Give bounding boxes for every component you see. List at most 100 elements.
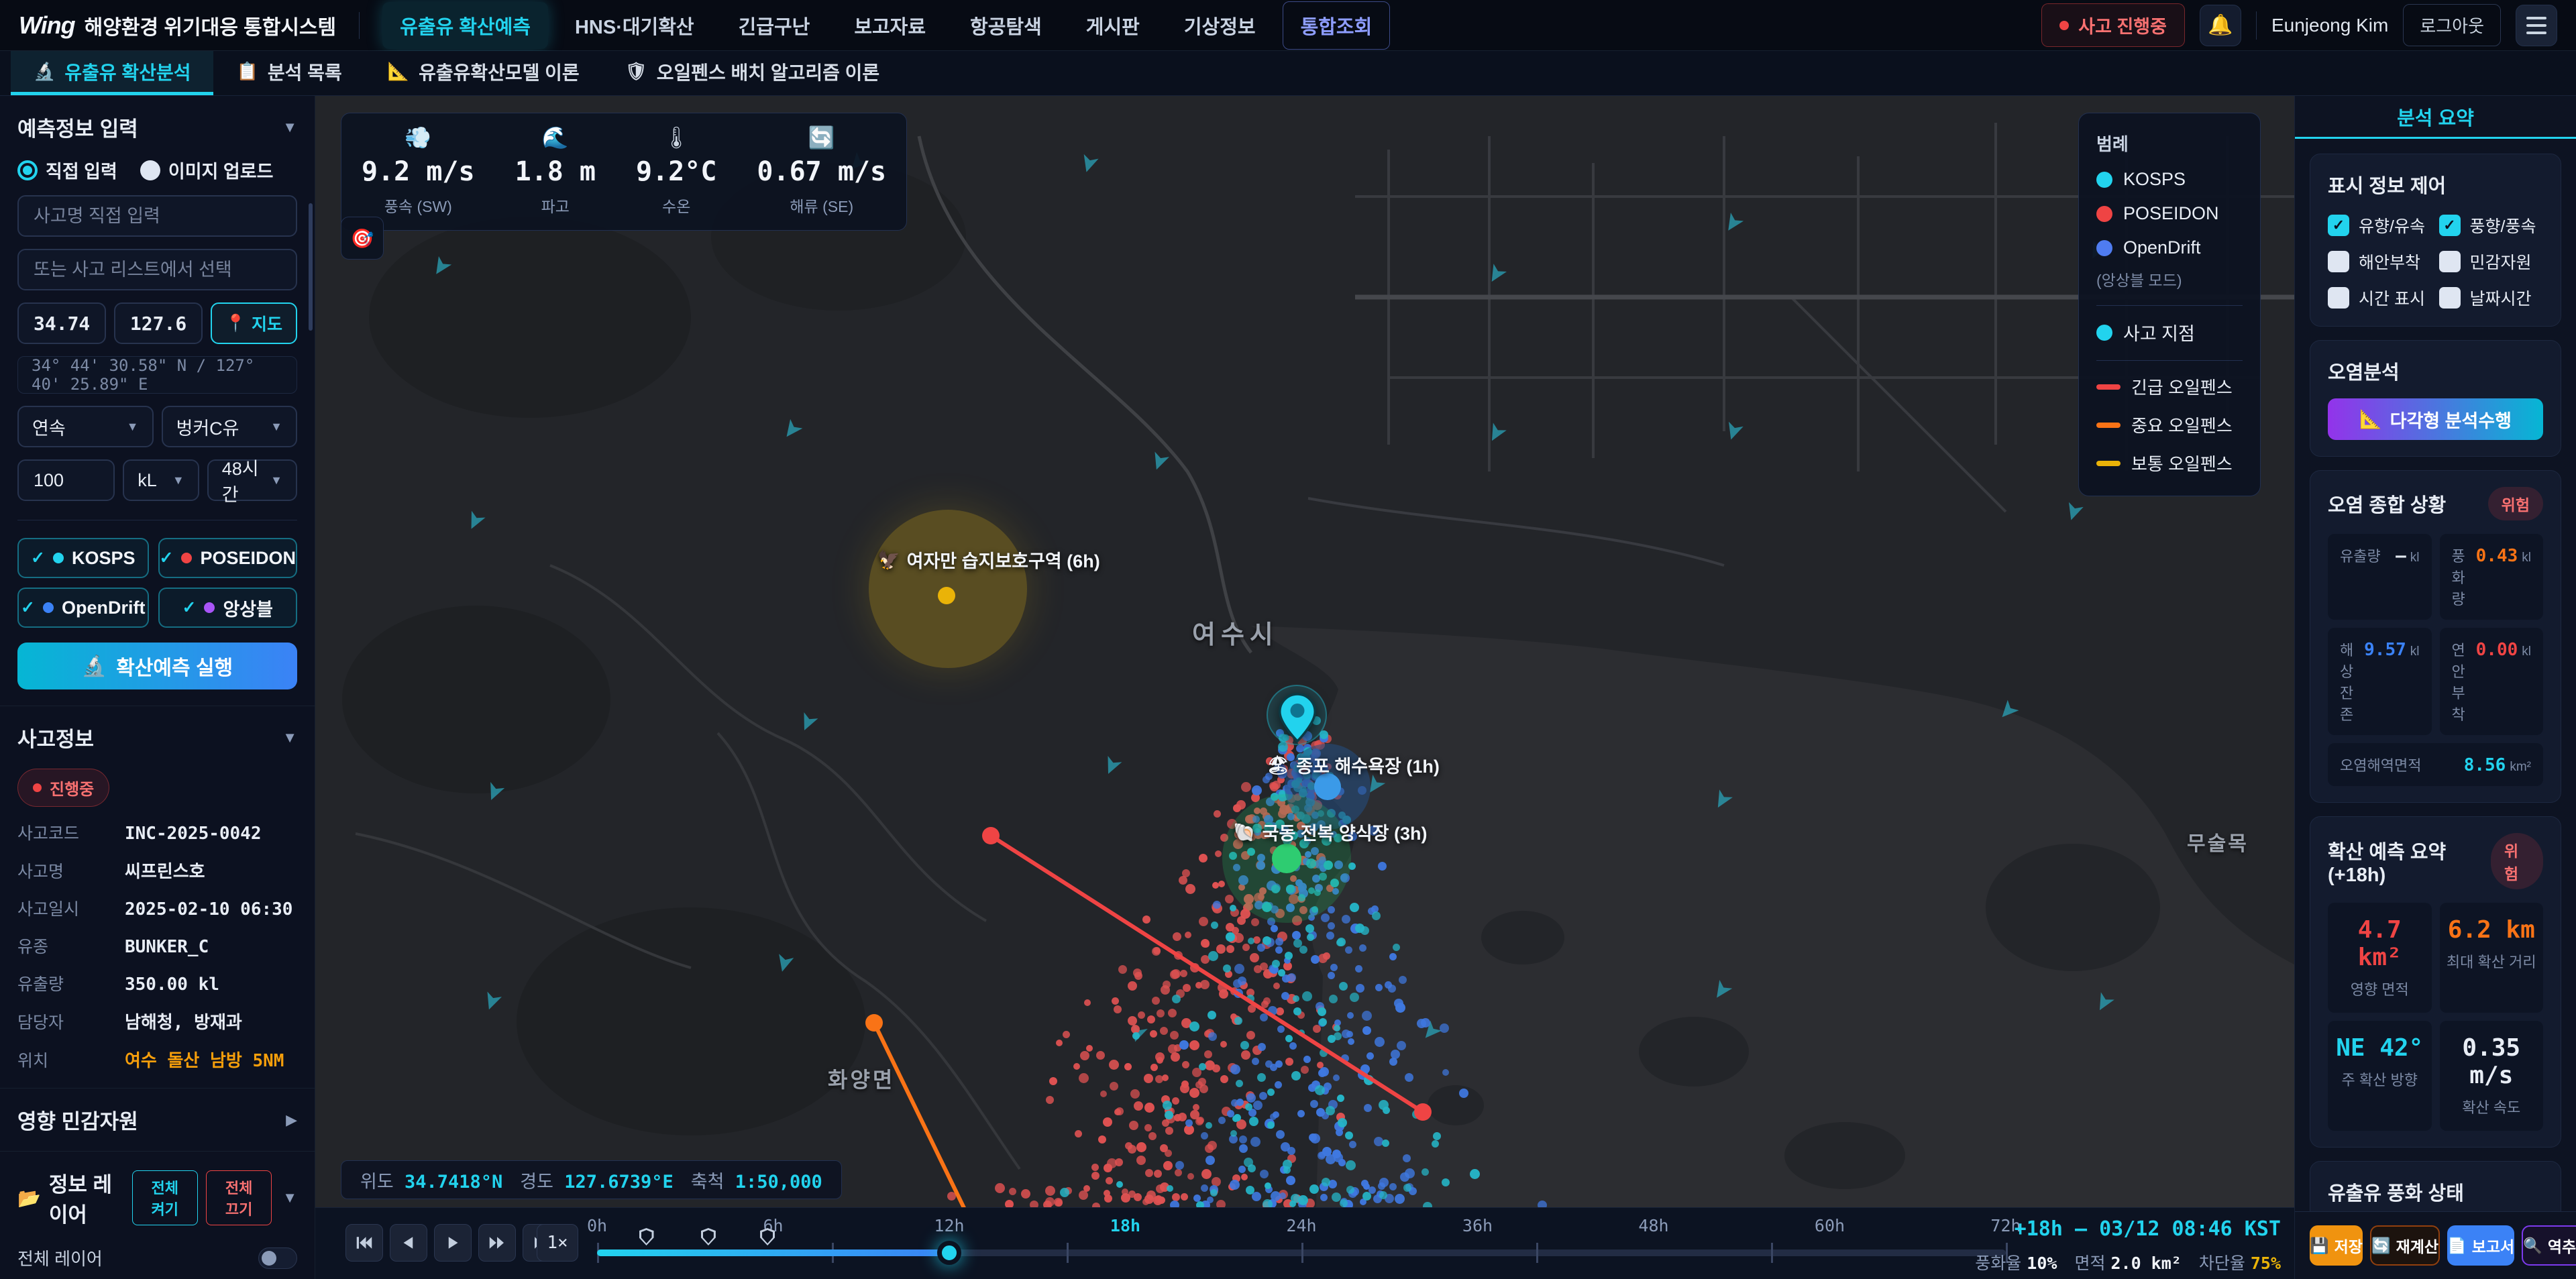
map-canvas[interactable]: ➤➤➤➤➤➤➤➤➤➤➤➤➤➤➤➤➤➤➤➤➤➤➤➤ 🦅 여자만 습지보호구역 (6…: [315, 96, 2294, 1207]
playback-speed-button[interactable]: 1×: [537, 1224, 578, 1262]
longitude-input[interactable]: [114, 302, 203, 344]
oil-particle: [1350, 903, 1359, 912]
recenter-button[interactable]: 🎯: [341, 217, 384, 260]
oil-particle: [1285, 952, 1293, 960]
oil-particle: [1055, 1199, 1063, 1207]
oil-particle: [1389, 1183, 1397, 1190]
oil-particle: [1302, 991, 1312, 1001]
incident-row: 유종BUNKER_C: [17, 934, 297, 958]
model-color-dot: [43, 602, 54, 613]
incident-pin-icon[interactable]: [1279, 693, 1316, 742]
oil-particle: [1332, 1192, 1341, 1202]
fast-forward-button[interactable]: [478, 1224, 516, 1262]
pick-on-map-button[interactable]: 📍 지도: [211, 302, 297, 344]
display-check-0[interactable]: ✓유향/유속: [2328, 213, 2432, 237]
display-check-4[interactable]: 시간 표시: [2328, 286, 2432, 310]
oil-particle: [1234, 1114, 1241, 1121]
amount-input[interactable]: [17, 459, 115, 501]
incident-name-input[interactable]: [17, 195, 297, 237]
logout-button[interactable]: 로그아웃: [2403, 4, 2501, 46]
report-button[interactable]: 📄보고서: [2447, 1225, 2514, 1266]
layers-all-off-button[interactable]: 전체 끄기: [206, 1170, 272, 1225]
chevron-down-icon[interactable]: ▼: [282, 729, 297, 746]
nav-item-1[interactable]: HNS·대기확산: [557, 2, 712, 49]
tab-3[interactable]: 🛡오일펜스 배치 알고리즘 이론: [602, 51, 902, 95]
radio-direct-input[interactable]: 직접 입력: [17, 157, 117, 183]
oil-particle: [1248, 1005, 1256, 1013]
oil-particle: [1174, 951, 1183, 960]
run-prediction-button[interactable]: 🔬 확산예측 실행: [17, 643, 297, 689]
chevron-down-icon[interactable]: ▼: [282, 119, 297, 136]
tab-2[interactable]: 📐유출유확산모델 이론: [365, 51, 602, 95]
chevron-right-icon[interactable]: ▶: [286, 1111, 297, 1129]
oil-type-select[interactable]: 벙커C유▼: [162, 406, 298, 447]
panel-title: 분석 요약: [2295, 96, 2576, 139]
nav-item-7[interactable]: 통합조회: [1283, 1, 1391, 50]
unit-select[interactable]: kL▼: [123, 459, 199, 501]
nav-item-0[interactable]: 유출유 확산예측: [382, 2, 548, 49]
nav-item-5[interactable]: 게시판: [1069, 2, 1157, 49]
tab-0[interactable]: 🔬유출유 확산분석: [11, 51, 213, 95]
save-button[interactable]: 💾저장: [2310, 1225, 2363, 1266]
nav-item-4[interactable]: 항공탐색: [953, 2, 1059, 49]
oil-particle: [1301, 1066, 1309, 1074]
play-button[interactable]: [434, 1224, 472, 1262]
timeline-metric: 면적2.0 km²: [2074, 1250, 2181, 1274]
radio-image-upload[interactable]: 이미지 업로드: [140, 157, 274, 183]
chevron-down-icon: ▼: [270, 420, 282, 434]
nav-item-3[interactable]: 보고자료: [837, 2, 943, 49]
timeline-handle[interactable]: [937, 1241, 961, 1265]
display-check-1[interactable]: ✓풍향/풍속: [2439, 213, 2544, 237]
tab-label: 유출유 확산분석: [64, 58, 191, 85]
display-check-5[interactable]: 날짜시간: [2439, 286, 2544, 310]
spill-type-select[interactable]: 연속▼: [17, 406, 154, 447]
oil-particle: [1278, 969, 1285, 977]
display-check-2[interactable]: 해안부착: [2328, 249, 2432, 274]
layers-all-on-button[interactable]: 전체 켜기: [132, 1170, 198, 1225]
notifications-button[interactable]: 🔔: [2200, 5, 2241, 46]
master-layer-toggle[interactable]: [258, 1247, 297, 1269]
model-toggle-OpenDrift[interactable]: ✓OpenDrift: [17, 588, 149, 628]
model-toggle-POSEIDON[interactable]: ✓POSEIDON: [158, 538, 297, 578]
oil-particle: [1148, 1132, 1157, 1140]
nav-item-2[interactable]: 긴급구난: [721, 2, 828, 49]
weather-label: 파고: [515, 194, 596, 217]
incident-list-input[interactable]: [17, 249, 297, 290]
duration-select[interactable]: 48시간▼: [207, 459, 297, 501]
oil-particle: [1366, 1052, 1374, 1060]
timeline-slider[interactable]: 0h6h12h18h24h36h48h60h72h: [597, 1208, 2006, 1279]
oil-particle: [1362, 1026, 1371, 1035]
oil-particle: [1538, 1201, 1547, 1207]
polygon-analysis-button[interactable]: 📐 다각형 분석수행: [2328, 398, 2543, 440]
model-toggle-KOSPS[interactable]: ✓KOSPS: [17, 538, 149, 578]
trace-button[interactable]: 🔍역추적: [2522, 1225, 2576, 1266]
oil-particle: [1114, 1005, 1122, 1013]
tab-1[interactable]: 📋분석 목록: [213, 51, 364, 95]
display-check-3[interactable]: 민감자원: [2439, 249, 2544, 274]
step-back-button[interactable]: [390, 1224, 427, 1262]
oil-particle: [1230, 1180, 1240, 1190]
oil-particle: [1167, 1185, 1173, 1192]
model-toggle-앙상블[interactable]: ✓앙상블: [158, 588, 297, 628]
oil-particle: [1230, 1130, 1237, 1137]
sidebar-scrollbar[interactable]: [309, 203, 313, 331]
nav-item-6[interactable]: 기상정보: [1167, 2, 1273, 49]
oil-particle: [1195, 1117, 1203, 1125]
oil-particle: [1241, 1174, 1248, 1180]
oil-particle: [1124, 1063, 1132, 1070]
check-label: 시간 표시: [2359, 286, 2425, 310]
recalc-button[interactable]: 🔄재계산: [2370, 1225, 2440, 1266]
kv-label: 유출량: [17, 971, 125, 995]
chevron-down-icon[interactable]: ▼: [282, 1189, 297, 1207]
oil-particle: [1218, 881, 1225, 887]
report-icon: 📄: [2447, 1237, 2467, 1255]
legend-model-row: POSEIDON: [2096, 203, 2243, 224]
latitude-input[interactable]: [17, 302, 106, 344]
forecast-cell: 4.7 km²영향 면적: [2328, 903, 2432, 1013]
skip-start-button[interactable]: [345, 1224, 383, 1262]
impact-resources-section[interactable]: 영향 민감자원 ▶: [0, 1089, 315, 1152]
menu-button[interactable]: [2516, 5, 2557, 46]
oil-particle: [1250, 953, 1259, 962]
oil-particle: [1220, 1075, 1228, 1083]
oil-particle: [1199, 854, 1208, 863]
